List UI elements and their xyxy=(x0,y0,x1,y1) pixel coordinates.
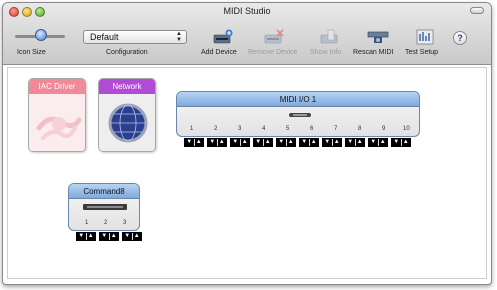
midi-io-port-row: ▼ ▲ ▼ ▲ ▼ ▲ ▼ ▲ ▼ ▲ ▼ ▲ ▼ ▲ ▼ ▲ ▼ ▲ ▼ ▲ xyxy=(184,138,411,147)
iac-driver-device[interactable]: IAC Driver xyxy=(28,78,86,152)
iac-driver-icon xyxy=(36,116,82,140)
help-button[interactable]: ? xyxy=(453,31,467,45)
popup-arrows-icon: ▲ ▼ xyxy=(176,31,182,43)
midi-port-pair[interactable]: ▼ ▲ xyxy=(368,138,388,147)
add-device-icon[interactable] xyxy=(212,29,234,45)
midi-port-pair[interactable]: ▼ ▲ xyxy=(253,138,273,147)
icon-size-label: Icon Size xyxy=(17,49,46,56)
configuration-select[interactable]: Default ▲ ▼ xyxy=(83,30,187,44)
configuration-value: Default xyxy=(90,32,119,42)
test-setup-label[interactable]: Test Setup xyxy=(405,49,438,56)
midi-io-port-number: 5 xyxy=(286,126,290,132)
midi-io-1-name: MIDI I/O 1 xyxy=(177,92,419,107)
midi-port-pair[interactable]: ▼ ▲ xyxy=(76,232,96,241)
remove-device-icon[interactable] xyxy=(263,29,285,45)
configuration-label: Configuration xyxy=(106,49,148,56)
midi-port-pair[interactable]: ▼ ▲ xyxy=(230,138,250,147)
rescan-midi-label[interactable]: Rescan MIDI xyxy=(353,49,393,56)
midi-io-port-number: 6 xyxy=(310,126,314,132)
command8-name: Command8 xyxy=(69,184,139,199)
toolbar-toggle-button[interactable] xyxy=(470,7,484,14)
midi-io-port-number: 1 xyxy=(190,126,194,132)
window-title: MIDI Studio xyxy=(223,6,271,16)
remove-device-label[interactable]: Remove Device xyxy=(248,49,297,56)
midi-port-pair[interactable]: ▼ ▲ xyxy=(299,138,319,147)
midi-io-port-number: 7 xyxy=(334,126,338,132)
rescan-midi-icon[interactable] xyxy=(367,29,389,45)
network-label: Network xyxy=(99,79,155,94)
title-bar: MIDI Studio Icon Size Default ▲ ▼ Configu… xyxy=(3,3,491,65)
midi-io-port-number: 9 xyxy=(382,126,386,132)
midi-io-port-number: 4 xyxy=(262,126,266,132)
midi-port-pair[interactable]: ▼ ▲ xyxy=(345,138,365,147)
command8-port-number: 3 xyxy=(123,220,127,226)
midi-io-port-number: 2 xyxy=(214,126,218,132)
icon-size-slider-knob[interactable] xyxy=(35,29,47,41)
add-device-label[interactable]: Add Device xyxy=(201,49,237,56)
midi-cable-icon xyxy=(289,113,311,117)
midi-io-port-number: 8 xyxy=(358,126,362,132)
midi-port-pair[interactable]: ▼ ▲ xyxy=(322,138,342,147)
network-device[interactable]: Network xyxy=(98,78,156,152)
midi-io-port-number: 10 xyxy=(403,126,410,132)
midi-port-pair[interactable]: ▼ ▲ xyxy=(122,232,142,241)
command8-port-number: 1 xyxy=(85,220,89,226)
show-info-icon[interactable] xyxy=(319,29,341,45)
midi-port-pair[interactable]: ▼ ▲ xyxy=(391,138,411,147)
command8-port-number: 2 xyxy=(104,220,108,226)
show-info-label[interactable]: Show Info xyxy=(310,49,341,56)
command8-port-row: ▼ ▲ ▼ ▲ ▼ ▲ xyxy=(76,232,142,241)
midi-io-port-number: 3 xyxy=(238,126,242,132)
network-globe-icon xyxy=(108,103,148,143)
midi-port-pair[interactable]: ▼ ▲ xyxy=(99,232,119,241)
iac-driver-label: IAC Driver xyxy=(29,79,85,94)
midi-port-pair[interactable]: ▼ ▲ xyxy=(276,138,296,147)
device-canvas: IAC Driver Network MIDI I/O 1 1 2 3 4 5 … xyxy=(7,67,487,279)
midi-io-1-interface[interactable]: MIDI I/O 1 1 2 3 4 5 6 7 8 9 10 xyxy=(176,91,420,137)
midi-studio-window: MIDI Studio Icon Size Default ▲ ▼ Configu… xyxy=(2,2,492,285)
test-setup-icon[interactable] xyxy=(414,29,436,45)
command8-device[interactable]: Command8 1 2 3 xyxy=(68,183,140,231)
midi-port-pair[interactable]: ▼ ▲ xyxy=(207,138,227,147)
midi-port-pair[interactable]: ▼ ▲ xyxy=(184,138,204,147)
control-surface-icon xyxy=(83,204,127,210)
